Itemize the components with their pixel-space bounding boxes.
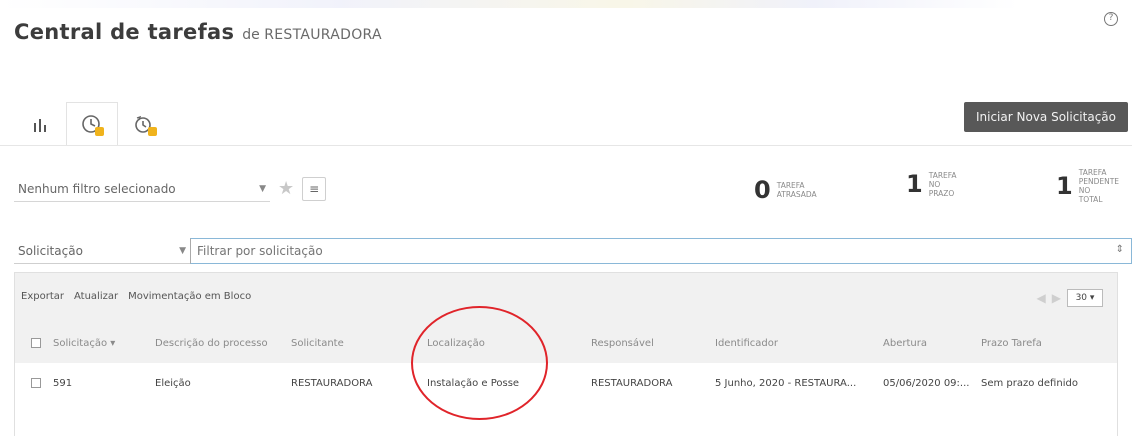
- pager: ◀ ▶ 30 ▾: [1037, 289, 1103, 307]
- bulk-move-link[interactable]: Movimentação em Bloco: [128, 291, 251, 302]
- column-header[interactable]: Responsável: [591, 338, 715, 349]
- counter-on-time[interactable]: 1 TAREFA NO PRAZO: [906, 170, 957, 198]
- counter-pending-total[interactable]: 1 TAREFA PENDENTE NO TOTAL: [1056, 168, 1119, 204]
- table-cell: 05/06/2020 09:...: [883, 377, 970, 389]
- search-type-select[interactable]: Solicitação ▼: [14, 238, 190, 264]
- favorite-star-icon[interactable]: ★: [278, 179, 294, 199]
- table-cell[interactable]: 591: [53, 378, 155, 389]
- column-header[interactable]: Solicitação ▾: [53, 338, 155, 349]
- row-checkbox[interactable]: [31, 378, 41, 388]
- column-header[interactable]: Descrição do processo: [155, 338, 291, 349]
- update-link[interactable]: Atualizar: [74, 291, 118, 302]
- filter-select[interactable]: Nenhum filtro selecionado ▼: [14, 176, 270, 202]
- search-input[interactable]: [190, 238, 1132, 264]
- grid-toolbar: Exportar Atualizar Movimentação em Bloco: [15, 273, 1117, 319]
- page-title: Central de tarefas de RESTAURADORA: [14, 20, 382, 44]
- filter-row: Nenhum filtro selecionado ▼ ★ ≡: [14, 176, 327, 202]
- previous-page-icon[interactable]: ◀: [1037, 291, 1046, 305]
- company-name: RESTAURADORA: [264, 27, 382, 43]
- tab-badge: [148, 127, 157, 136]
- counter-value: 1: [906, 170, 923, 198]
- new-request-button[interactable]: Iniciar Nova Solicitação: [963, 102, 1128, 132]
- top-banner: [0, 0, 1132, 8]
- table-cell: RESTAURADORA: [291, 377, 373, 389]
- view-tabs: [14, 102, 170, 146]
- tab-badge: [95, 127, 104, 136]
- column-header[interactable]: Abertura: [883, 338, 981, 349]
- bar-chart-icon: [34, 119, 46, 132]
- select-all-checkbox[interactable]: [31, 338, 41, 348]
- search-row: Solicitação ▼ ⇕: [14, 238, 1132, 264]
- table-cell: Instalação e Posse: [427, 377, 520, 389]
- filter-button[interactable]: ≡: [302, 177, 327, 201]
- search-type-value: Solicitação: [18, 243, 83, 258]
- counter-label: TAREFA PENDENTE NO TOTAL: [1078, 168, 1120, 204]
- page-subtitle: de RESTAURADORA: [242, 27, 382, 43]
- tabs-divider: [0, 145, 1132, 146]
- filter-select-value: Nenhum filtro selecionado: [18, 181, 176, 196]
- counter-overdue[interactable]: 0 TAREFA ATRASADA: [754, 176, 817, 204]
- table-cell: RESTAURADORA: [591, 377, 673, 389]
- page-size-select[interactable]: 30 ▾: [1067, 289, 1103, 307]
- next-page-icon[interactable]: ▶: [1052, 291, 1061, 305]
- chevron-down-icon: ▼: [259, 183, 266, 194]
- column-header[interactable]: Solicitante: [291, 338, 427, 349]
- export-link[interactable]: Exportar: [21, 291, 64, 302]
- table-cell: Sem prazo definido: [981, 377, 1078, 389]
- subtitle-prefix: de: [242, 27, 260, 43]
- counter-value: 1: [1056, 172, 1073, 200]
- counter-value: 0: [754, 176, 771, 204]
- column-header[interactable]: Localização: [427, 338, 591, 349]
- counter-label: TAREFA NO PRAZO: [928, 170, 957, 198]
- counter-label: TAREFA ATRASADA: [776, 181, 817, 199]
- page-title-main: Central de tarefas: [14, 20, 235, 44]
- column-header[interactable]: Prazo Tarefa: [981, 338, 1081, 349]
- tab-dashboard[interactable]: [14, 104, 66, 146]
- task-grid: Exportar Atualizar Movimentação em Bloco…: [14, 272, 1118, 436]
- tab-pending[interactable]: [118, 104, 170, 146]
- sort-icon[interactable]: ⇕: [1116, 244, 1124, 255]
- table-header: Solicitação ▾ Descrição do processo Soli…: [15, 323, 1117, 363]
- table-row[interactable]: 591 Eleição RESTAURADORA Instalação e Po…: [15, 363, 1117, 403]
- table-cell: 5 Junho, 2020 - RESTAURA...: [715, 377, 857, 389]
- column-header[interactable]: Identificador: [715, 338, 883, 349]
- tab-tasks[interactable]: [66, 102, 118, 146]
- chevron-down-icon: ▼: [179, 245, 186, 256]
- help-icon[interactable]: ?: [1104, 12, 1118, 26]
- table-cell: Eleição: [155, 377, 191, 389]
- table-body: 591 Eleição RESTAURADORA Instalação e Po…: [15, 363, 1117, 436]
